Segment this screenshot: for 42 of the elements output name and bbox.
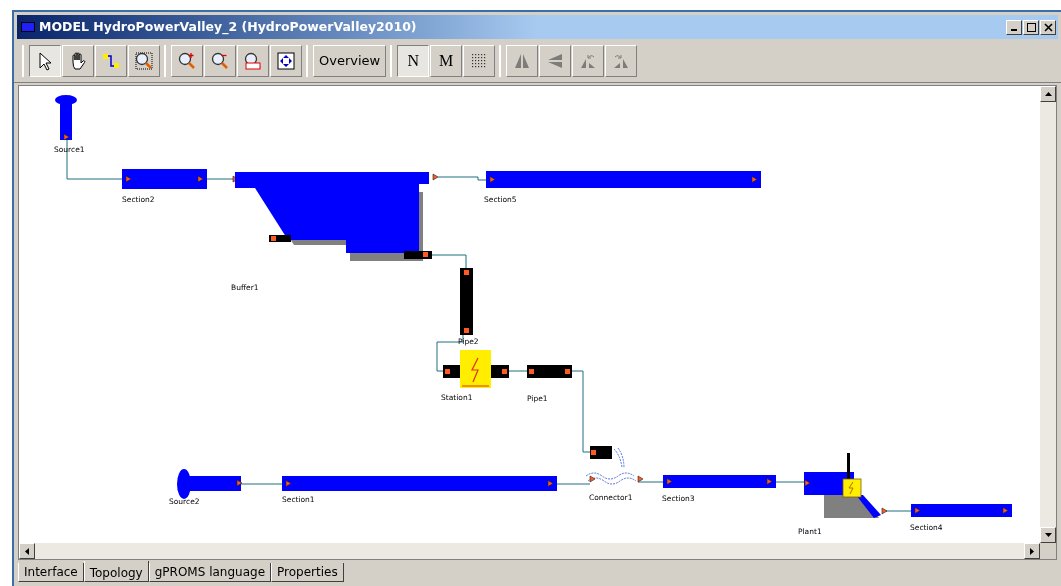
tab[interactable]: Topology	[83, 561, 149, 582]
connection-line	[506, 370, 530, 372]
zoom-out-icon	[210, 50, 230, 71]
caret-down-icon	[1044, 533, 1052, 537]
minimize-icon	[1011, 29, 1017, 31]
magnifier-icon	[243, 50, 263, 71]
source-drawing	[55, 95, 77, 141]
fit-icon	[276, 50, 296, 71]
tab[interactable]: Interface	[18, 563, 84, 582]
vertical-scrollbar[interactable]	[1040, 86, 1056, 543]
maximize-button[interactable]	[1023, 19, 1039, 35]
source-drawing	[177, 469, 243, 499]
tab[interactable]: Properties	[271, 563, 344, 582]
scroll-right-button[interactable]	[1024, 543, 1040, 559]
window-icon	[21, 22, 35, 32]
connector-drawing	[585, 446, 644, 485]
scroll-up-button[interactable]	[1040, 86, 1056, 102]
scroll-left-button[interactable]	[19, 543, 35, 559]
port-arrow-icon	[881, 507, 888, 515]
minimize-button[interactable]	[1006, 19, 1022, 35]
close-button[interactable]	[1040, 19, 1056, 35]
scrollbar-corner	[1040, 543, 1056, 559]
tab[interactable]: gPROMS language	[148, 563, 272, 582]
close-icon	[1043, 22, 1053, 32]
maximize-icon	[1026, 22, 1036, 32]
window-title: MODEL HydroPowerValley_2 (HydroPowerValley2010)	[39, 17, 417, 37]
pipe-drawing	[460, 268, 473, 335]
scroll-down-button[interactable]	[1040, 527, 1056, 543]
station-drawing	[443, 350, 509, 388]
mode-button[interactable]: N	[397, 44, 430, 77]
magnifier-icon	[134, 50, 154, 71]
horizontal-scrollbar[interactable]	[19, 543, 1040, 559]
caret-up-icon	[1044, 92, 1052, 96]
pipe-drawing	[527, 365, 572, 378]
mode-button[interactable]: M	[430, 44, 463, 77]
zoom-in-icon	[177, 50, 197, 71]
caret-left-icon	[25, 547, 29, 555]
port-arrow-icon	[432, 173, 439, 181]
tool-button[interactable]	[29, 44, 61, 77]
caret-right-icon	[1030, 547, 1034, 555]
connection-line	[430, 254, 467, 271]
overview-button[interactable]: Overview	[313, 44, 387, 77]
